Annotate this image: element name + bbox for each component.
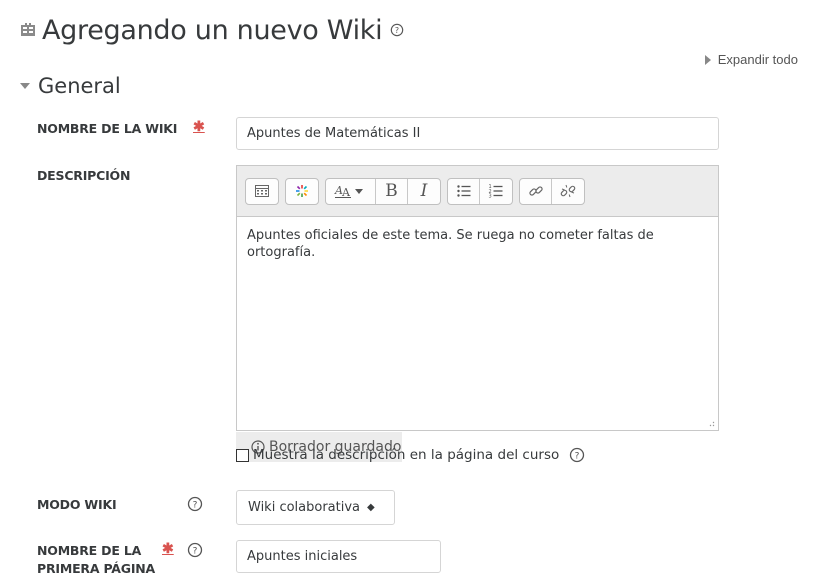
link-button[interactable] [520, 178, 552, 204]
svg-text:3: 3 [489, 194, 492, 199]
svg-text:?: ? [395, 26, 399, 35]
media-icon [296, 185, 308, 197]
wiki-mode-label: MODO WIKI [37, 497, 117, 512]
wiki-module-icon [21, 23, 35, 36]
unlink-button[interactable] [552, 179, 584, 204]
resize-grip-icon[interactable] [707, 419, 715, 427]
editor-toolbar: A A B I 1 2 3 [237, 166, 718, 217]
wiki-name-label: NOMBRE DE LA WIKI [37, 121, 178, 136]
toolbar-group-lists: 1 2 3 [447, 177, 513, 205]
bold-icon: B [385, 181, 398, 201]
svg-text:?: ? [193, 501, 198, 511]
svg-text:?: ? [575, 452, 580, 462]
bold-button[interactable]: B [376, 178, 408, 204]
expand-all-label: Expandir todo [717, 52, 798, 67]
toolbar-group-media [285, 177, 319, 205]
toolbar-toggle-button[interactable] [246, 179, 278, 204]
help-icon[interactable]: ? [187, 496, 203, 512]
font-style-icon: A A [334, 184, 363, 199]
description-label: DESCRIPCIÓN [37, 168, 131, 183]
unordered-list-icon [456, 185, 470, 197]
toolbar-toggle-icon [255, 185, 269, 197]
ordered-list-button[interactable]: 1 2 3 [480, 179, 512, 204]
ordered-list-icon: 1 2 3 [489, 184, 503, 199]
description-textarea[interactable]: Apuntes oficiales de este tema. Se ruega… [237, 217, 718, 271]
show-description-row: Muestra la descripción en la página del … [236, 447, 585, 463]
italic-icon: I [420, 181, 428, 201]
help-icon[interactable]: ? [187, 542, 203, 558]
select-arrows-icon: ◆ [367, 501, 375, 513]
svg-text:?: ? [193, 547, 198, 557]
section-toggle-general[interactable]: General [20, 74, 121, 98]
required-icon: ✱ [193, 118, 205, 134]
media-button[interactable] [286, 179, 318, 204]
unordered-list-button[interactable] [448, 178, 480, 204]
show-description-checkbox[interactable] [236, 448, 249, 462]
italic-button[interactable]: I [408, 179, 440, 204]
unlink-icon [560, 184, 576, 198]
link-icon [528, 186, 543, 196]
toolbar-group-text: A A B I [325, 177, 441, 205]
section-title: General [38, 74, 121, 98]
toolbar-group-toggle [245, 177, 279, 205]
first-page-name-input[interactable]: Apuntes iniciales [236, 540, 441, 573]
wiki-mode-value: Wiki colaborativa [248, 500, 361, 515]
chevron-right-icon [704, 54, 711, 65]
help-icon[interactable]: ? [569, 447, 585, 463]
show-description-label: Muestra la descripción en la página del … [253, 447, 560, 463]
page-title: Agregando un nuevo Wiki [42, 14, 383, 46]
wiki-mode-select[interactable]: Wiki colaborativa ◆ [236, 490, 395, 525]
page-header: Agregando un nuevo Wiki ? [20, 10, 404, 50]
description-editor: A A B I 1 2 3 Apuntes oficiales de este … [236, 165, 719, 431]
required-icon: ✱ [162, 540, 174, 556]
toolbar-group-links [519, 177, 585, 205]
font-style-button[interactable]: A A [326, 178, 376, 204]
expand-all-link[interactable]: Expandir todo [704, 52, 798, 67]
chevron-down-icon [20, 83, 30, 89]
first-page-name-label: NOMBRE DE LA [37, 543, 142, 558]
wiki-name-input[interactable]: Apuntes de Matemáticas II [236, 117, 719, 150]
help-icon[interactable]: ? [390, 23, 404, 37]
